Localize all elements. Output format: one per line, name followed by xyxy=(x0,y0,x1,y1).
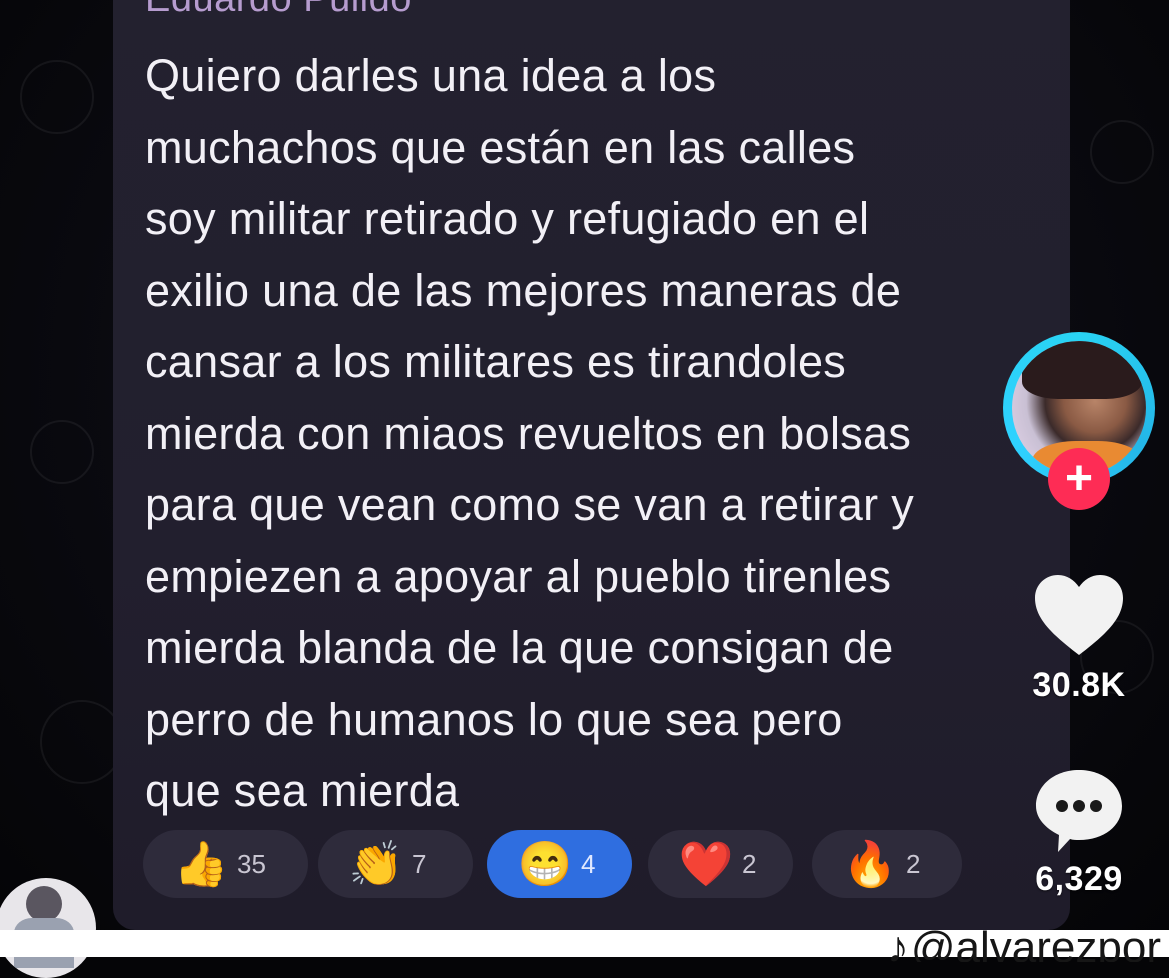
fire-icon: 🔥 xyxy=(842,840,898,889)
message-line: cansar a los militares es tirandoles xyxy=(145,336,847,387)
user-avatar[interactable] xyxy=(0,878,96,978)
follow-button[interactable]: + xyxy=(1048,448,1110,510)
message-line: que sea mierda xyxy=(145,765,460,816)
background-doodle xyxy=(20,60,94,134)
reaction-clapping[interactable]: 👏 7 xyxy=(318,830,473,898)
reaction-count: 7 xyxy=(412,848,427,879)
message-text: Quiero darles una idea a los muchachos q… xyxy=(145,40,1045,827)
message-line: exilio una de las mejores maneras de xyxy=(145,264,902,316)
like-count: 30.8K xyxy=(1032,666,1126,704)
reaction-fire[interactable]: 🔥 2 xyxy=(812,830,962,898)
tiktok-logo-icon: ♪ xyxy=(886,923,909,962)
reaction-count: 2 xyxy=(742,848,757,879)
reaction-count: 35 xyxy=(237,848,266,879)
message-line: para que vean como se van a retirar y xyxy=(145,479,915,530)
background-doodle xyxy=(1090,120,1154,184)
heart-icon[interactable] xyxy=(1033,573,1125,657)
message-line: soy militar retirado y refugiado en el xyxy=(145,193,870,244)
reaction-thumbs-up[interactable]: 👍 35 xyxy=(143,830,308,898)
message-line: empiezen a apoyar al pueblo tirenles xyxy=(145,550,892,602)
grinning-face-icon: 😁 xyxy=(517,840,573,889)
watermark-handle: @alvarezpor xyxy=(910,923,1161,962)
tiktok-watermark: ♪@alvarezpor xyxy=(887,922,1161,962)
background-doodle xyxy=(30,420,94,484)
clapping-hands-icon: 👏 xyxy=(348,840,404,889)
message-line: perro de humanos lo que sea pero xyxy=(145,693,843,745)
message-author[interactable]: Eduardo Pulido xyxy=(145,0,412,21)
video-frame: Eduardo Pulido Quiero darles una idea a … xyxy=(0,0,1169,957)
reaction-grinning[interactable]: 😁 4 xyxy=(487,830,632,898)
comment-count: 6,329 xyxy=(1035,860,1123,898)
message-line: muchachos que están en las calles xyxy=(145,121,856,173)
message-line: Quiero darles una idea a los xyxy=(145,50,717,101)
reaction-count: 4 xyxy=(581,848,596,879)
reaction-count: 2 xyxy=(906,848,921,879)
red-heart-icon: ❤️ xyxy=(678,840,734,889)
thumbs-up-icon: 👍 xyxy=(173,840,229,889)
message-line: mierda con miaos revueltos en bolsas xyxy=(145,407,912,459)
reaction-heart[interactable]: ❤️ 2 xyxy=(648,830,793,898)
message-line: mierda blanda de la que consigan de xyxy=(145,622,894,673)
background-doodle xyxy=(40,700,124,784)
comment-icon[interactable] xyxy=(1034,768,1124,854)
